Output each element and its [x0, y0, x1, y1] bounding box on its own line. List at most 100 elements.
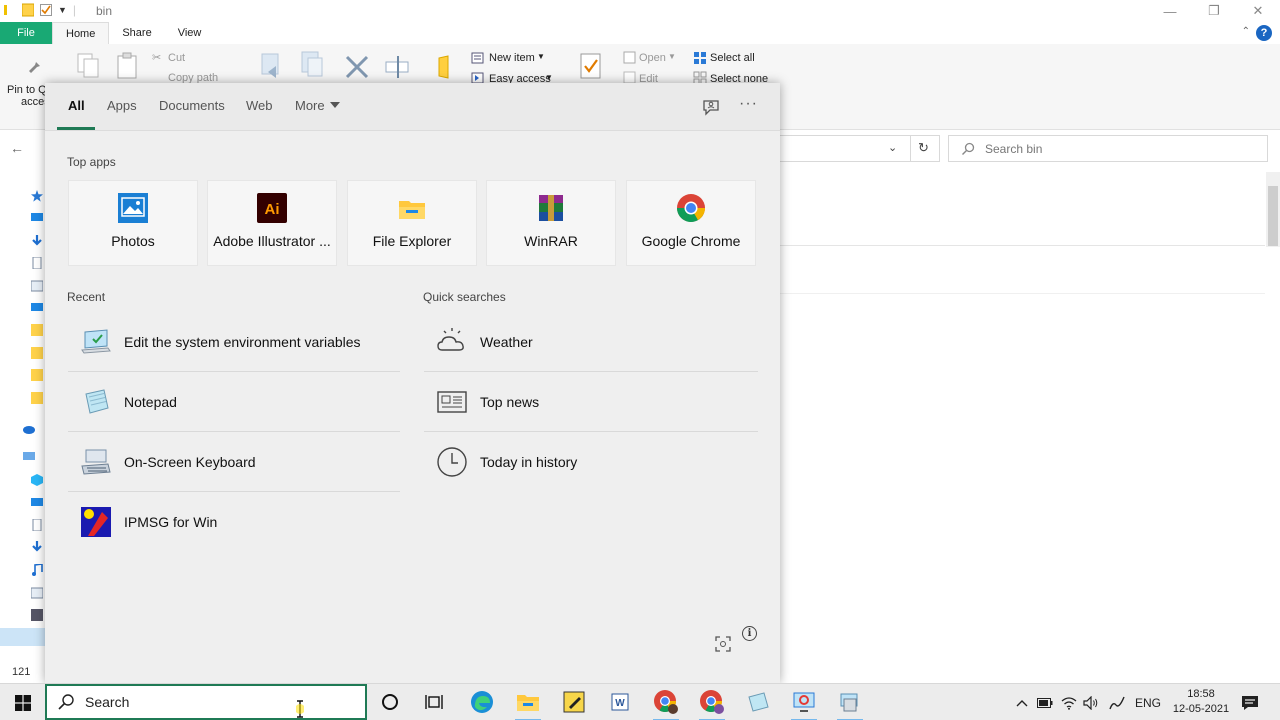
open-dropdown-icon[interactable]: ▼ — [668, 52, 676, 61]
battery-button[interactable] — [1035, 684, 1055, 720]
taskbar-system-properties[interactable] — [837, 689, 863, 720]
info-icon[interactable]: i — [742, 626, 757, 641]
taskbar-search-box[interactable] — [45, 684, 367, 720]
taskbar-edge[interactable] — [469, 689, 495, 715]
cut-icon[interactable]: ✂ — [152, 51, 161, 64]
show-hidden-icons-button[interactable] — [1012, 684, 1032, 720]
minimize-button[interactable]: — — [1148, 0, 1192, 22]
recent-item-ipmsg[interactable]: IPMSG for Win — [68, 492, 400, 552]
delete-icon[interactable] — [344, 54, 370, 80]
new-item-label[interactable]: New item — [489, 52, 535, 64]
desktop-pc-icon[interactable] — [31, 497, 43, 509]
copy-to-icon[interactable] — [298, 50, 326, 80]
quick-search-top-news[interactable]: Top news — [424, 372, 758, 432]
this-pc-nav-icon[interactable] — [23, 451, 35, 463]
open-label[interactable]: Open — [639, 52, 666, 64]
new-folder-icon[interactable] — [436, 52, 458, 80]
taskbar-file-explorer[interactable] — [515, 689, 541, 720]
screen-snip-icon[interactable] — [715, 636, 731, 652]
quick-search-today-in-history[interactable]: Today in history — [424, 432, 758, 492]
folder-icon[interactable] — [22, 3, 34, 17]
select-all-icon[interactable] — [693, 51, 707, 65]
folder-icon-4[interactable] — [31, 392, 43, 404]
downloads-icon[interactable] — [31, 235, 43, 247]
move-to-icon[interactable] — [258, 52, 286, 82]
close-button[interactable]: ✕ — [1236, 0, 1280, 22]
cortana-button[interactable] — [377, 689, 403, 715]
app-tile-illustrator[interactable]: Ai Adobe Illustrator ... — [207, 180, 337, 266]
tab-apps[interactable]: Apps — [107, 98, 137, 113]
3d-objects-icon[interactable] — [31, 474, 43, 486]
pin-label[interactable]: Pin to Q — [7, 84, 47, 96]
scrollbar-thumb[interactable] — [1268, 186, 1278, 246]
taskbar-snipping-tool[interactable] — [791, 689, 817, 720]
open-icon[interactable] — [623, 51, 636, 64]
new-item-icon[interactable] — [471, 51, 485, 65]
properties-icon[interactable] — [579, 52, 603, 82]
network-button[interactable] — [1058, 684, 1080, 720]
more-options-icon[interactable]: ··· — [739, 95, 758, 113]
volume-button[interactable] — [1080, 684, 1102, 720]
pictures-pc-icon[interactable] — [31, 587, 43, 599]
pin-icon[interactable] — [26, 56, 46, 78]
tab-more[interactable]: More — [295, 98, 340, 113]
taskbar-sticky-notes[interactable] — [561, 689, 587, 715]
collapse-ribbon-icon[interactable]: ⌃ — [1242, 26, 1250, 37]
rename-icon[interactable] — [384, 54, 412, 80]
start-button[interactable] — [0, 684, 45, 720]
documents-pc-icon[interactable] — [31, 519, 43, 531]
pen-workspace-button[interactable] — [1105, 684, 1129, 720]
address-dropdown-icon[interactable]: ⌄ — [888, 141, 897, 154]
recent-item-env-variables[interactable]: Edit the system environment variables — [68, 312, 400, 372]
quick-access-star-icon[interactable] — [31, 190, 43, 202]
quick-search-weather[interactable]: Weather — [424, 312, 758, 372]
cut-label[interactable]: Cut — [168, 52, 185, 64]
folder-small-icon[interactable] — [4, 3, 16, 17]
action-center-button[interactable] — [1236, 684, 1264, 720]
task-view-button[interactable] — [421, 689, 447, 715]
taskbar-word[interactable]: W — [607, 689, 633, 715]
app-tile-winrar[interactable]: WinRAR — [486, 180, 616, 266]
help-icon[interactable]: ? — [1256, 25, 1272, 41]
restore-button[interactable]: ❐ — [1192, 0, 1236, 22]
properties-check-icon[interactable] — [40, 3, 52, 17]
onedrive-icon[interactable] — [23, 423, 35, 435]
tab-share[interactable]: Share — [109, 22, 164, 44]
folder-icon-2[interactable] — [31, 347, 43, 359]
taskbar-chrome-profile-2[interactable] — [699, 689, 725, 720]
app-tile-chrome[interactable]: Google Chrome — [626, 180, 756, 266]
tab-documents[interactable]: Documents — [159, 98, 225, 113]
folder-icon-1[interactable] — [31, 324, 43, 336]
easy-access-dropdown-icon[interactable]: ▼ — [545, 73, 553, 82]
tab-all[interactable]: All — [68, 98, 85, 113]
taskbar-chrome-profile-1[interactable] — [653, 689, 679, 720]
recent-item-notepad[interactable]: Notepad — [68, 372, 400, 432]
app-tile-photos[interactable]: Photos — [68, 180, 198, 266]
clock[interactable]: 18:58 12-05-2021 — [1168, 687, 1234, 717]
language-indicator[interactable]: ENG — [1133, 684, 1163, 720]
music-icon[interactable] — [31, 564, 43, 576]
feedback-icon[interactable] — [701, 97, 721, 117]
pictures-icon[interactable] — [31, 280, 43, 292]
tab-home[interactable]: Home — [52, 22, 110, 44]
folder-icon-3[interactable] — [31, 369, 43, 381]
app-tile-file-explorer[interactable]: File Explorer — [347, 180, 477, 266]
new-item-dropdown-icon[interactable]: ▼ — [537, 52, 545, 61]
copy-icon[interactable] — [76, 52, 102, 80]
paste-icon[interactable] — [116, 52, 140, 80]
recent-item-on-screen-keyboard[interactable]: On-Screen Keyboard — [68, 432, 400, 492]
tab-file[interactable]: File — [0, 22, 52, 44]
documents-icon[interactable] — [31, 257, 43, 269]
select-all-label[interactable]: Select all — [710, 52, 755, 64]
taskbar-notepad[interactable] — [745, 689, 771, 715]
tab-view[interactable]: View — [165, 22, 215, 44]
downloads-pc-icon[interactable] — [31, 541, 43, 553]
tab-web[interactable]: Web — [246, 98, 273, 113]
qat-dropdown-icon[interactable]: ▼ — [58, 5, 67, 15]
desktop-icon[interactable] — [31, 212, 43, 224]
this-pc-icon[interactable] — [31, 302, 43, 314]
explorer-search-box[interactable]: Search bin — [948, 135, 1268, 162]
back-arrow-icon[interactable]: ← — [10, 140, 24, 156]
selected-nav-item[interactable] — [0, 628, 45, 646]
videos-icon[interactable] — [31, 609, 43, 621]
